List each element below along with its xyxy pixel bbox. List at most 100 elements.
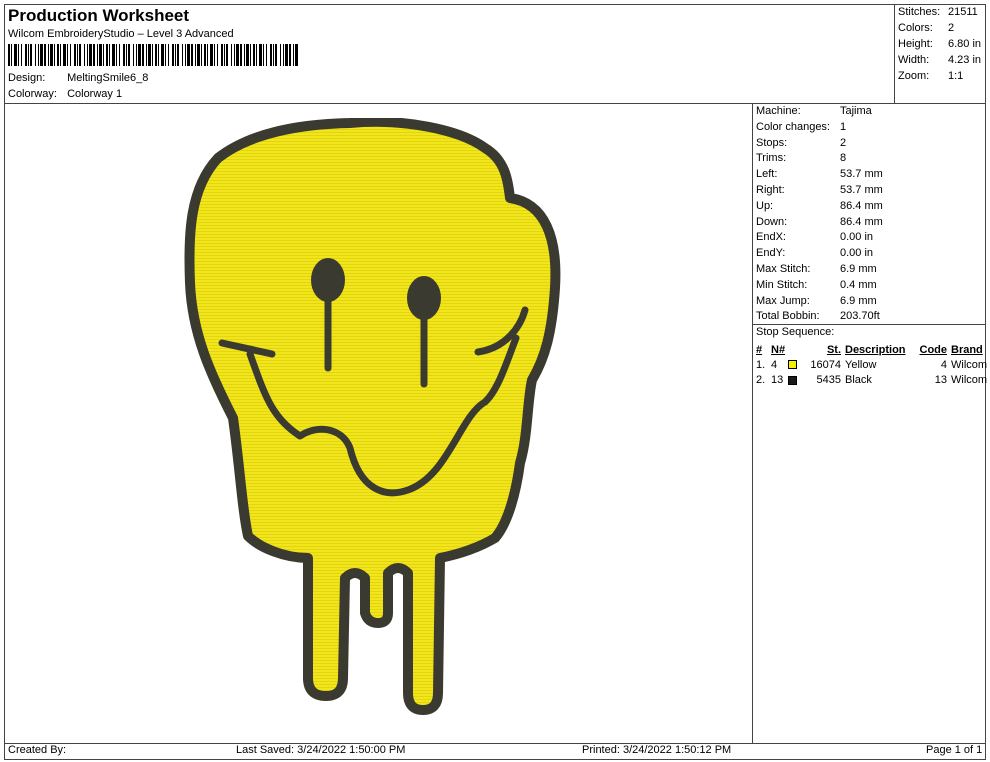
design-label: Design: — [8, 72, 46, 84]
detail-value: Tajima — [840, 105, 872, 117]
color-swatch — [788, 375, 798, 385]
detail-row: Max Stitch: 6.9 mm — [756, 262, 883, 278]
stitches-row: Stitches: 21511 — [898, 4, 981, 20]
colors-label: Colors: — [898, 22, 933, 34]
width-label: Width: — [898, 54, 930, 66]
embroidery-design-preview — [160, 116, 580, 738]
detail-value: 0.00 in — [840, 247, 874, 260]
detail-row: Total Bobbin: 203.70ft — [756, 309, 883, 325]
detail-row: Machine: Tajima — [756, 104, 883, 120]
col-brand: Brand — [951, 343, 983, 356]
row-num: 2. — [756, 374, 766, 387]
detail-value: 2 — [840, 136, 847, 149]
detail-value: 6.9 mm — [840, 262, 877, 275]
software-name: Wilcom EmbroideryStudio – Level 3 Advanc… — [8, 28, 234, 40]
row-needle-cell: 4 — [771, 357, 803, 373]
detail-row: Stops: 2 — [756, 136, 883, 152]
row-description: Black — [845, 374, 872, 387]
table-row: 2. 13 5435 Black 13 Wilcom — [756, 373, 987, 389]
row-needle: 4 — [771, 358, 778, 371]
row-num: 1. — [756, 358, 766, 371]
detail-value: 0.4 mm — [840, 278, 877, 291]
detail-label: Stops: — [756, 136, 788, 149]
row-needle-cell: 13 — [771, 373, 803, 389]
detail-label: Total Bobbin: — [756, 310, 820, 323]
col-description: Description — [845, 343, 906, 356]
colors-row: Colors: 2 — [898, 20, 981, 36]
detail-label: Right: — [756, 183, 785, 196]
row-brand: Wilcom — [951, 374, 988, 387]
col-stitches: St. — [826, 343, 841, 356]
zoom-value: 1:1 — [948, 70, 964, 82]
detail-label: Max Stitch: — [756, 262, 811, 275]
detail-value: 203.70ft — [840, 310, 880, 323]
machine-details: Machine: Tajima Color changes: 1 Stops: 2 T… — [756, 104, 883, 325]
row-code: 13 — [934, 374, 947, 387]
detail-row: Trims: 8 — [756, 151, 883, 167]
detail-value: 53.7 mm — [840, 183, 883, 196]
width-row: Width: 4.23 in — [898, 52, 981, 68]
detail-label: Max Jump: — [756, 294, 810, 307]
detail-row: Up: 86.4 mm — [756, 199, 883, 215]
colors-value: 2 — [948, 22, 955, 34]
page-title: Production Worksheet — [8, 6, 190, 25]
detail-row: EndY: 0.00 in — [756, 246, 883, 262]
stop-sequence-table: # N# St. Description Code Brand 1. 4 160… — [756, 342, 987, 388]
stitches-label: Stitches: — [898, 6, 941, 18]
design-row: Design: MeltingSmile6_8 — [8, 72, 148, 84]
col-num: # — [756, 343, 763, 356]
row-code: 4 — [940, 358, 947, 371]
width-value: 4.23 in — [948, 54, 982, 66]
row-stitches: 5435 — [816, 374, 841, 387]
detail-row: Color changes: 1 — [756, 120, 883, 136]
smiley-body — [184, 116, 561, 715]
melting-smiley-design — [184, 116, 561, 715]
detail-label: Down: — [756, 215, 788, 228]
detail-row: Down: 86.4 mm — [756, 215, 883, 231]
height-row: Height: 6.80 in — [898, 36, 981, 52]
summary-panel: Stitches: 21511 Colors: 2 Height: 6.80 in W… — [898, 4, 981, 84]
detail-value: 86.4 mm — [840, 199, 883, 212]
barcode — [8, 44, 300, 66]
col-code: Code — [919, 343, 948, 356]
stop-sequence-header: # N# St. Description Code Brand — [756, 342, 987, 357]
colorway-row: Colorway: Colorway 1 — [8, 88, 122, 100]
detail-label: Color changes: — [756, 120, 830, 133]
detail-row: Right: 53.7 mm — [756, 183, 883, 199]
col-needle: N# — [771, 343, 786, 356]
detail-value: 53.7 mm — [840, 168, 883, 181]
height-value: 6.80 in — [948, 38, 982, 50]
row-brand: Wilcom — [951, 358, 988, 371]
zoom-label: Zoom: — [898, 70, 930, 82]
detail-label: EndY: — [756, 247, 786, 260]
detail-label: Min Stitch: — [756, 278, 808, 291]
stitches-value: 21511 — [948, 6, 978, 18]
detail-label: Machine: — [756, 105, 801, 117]
detail-value: 86.4 mm — [840, 215, 883, 228]
row-stitches: 16074 — [810, 358, 841, 371]
page-number: Page 1 of 1 — [926, 744, 983, 756]
detail-row: Left: 53.7 mm — [756, 167, 883, 183]
zoom-row: Zoom: 1:1 — [898, 68, 981, 84]
detail-value: 0.00 in — [840, 231, 874, 244]
detail-label: Up: — [756, 199, 774, 212]
detail-value: 8 — [840, 152, 847, 165]
detail-value: 6.9 mm — [840, 294, 877, 307]
stop-sequence-title: Stop Sequence: — [756, 326, 835, 338]
footer-divider — [4, 743, 986, 744]
detail-value: 1 — [840, 120, 847, 133]
design-value: MeltingSmile6_8 — [67, 72, 149, 84]
detail-row: Max Jump: 6.9 mm — [756, 294, 883, 310]
created-by: Created By: — [8, 744, 67, 756]
detail-row: Min Stitch: 0.4 mm — [756, 278, 883, 294]
summary-divider — [894, 4, 895, 103]
detail-row: EndX: 0.00 in — [756, 230, 883, 246]
printed-date: Printed: 3/24/2022 1:50:12 PM — [582, 744, 732, 756]
colorway-value: Colorway 1 — [67, 88, 123, 100]
detail-label: Trims: — [756, 152, 787, 165]
detail-label: EndX: — [756, 231, 786, 244]
colorway-label: Colorway: — [8, 88, 57, 100]
row-needle: 13 — [771, 374, 784, 387]
last-saved: Last Saved: 3/24/2022 1:50:00 PM — [236, 744, 406, 756]
detail-label: Left: — [756, 168, 778, 181]
